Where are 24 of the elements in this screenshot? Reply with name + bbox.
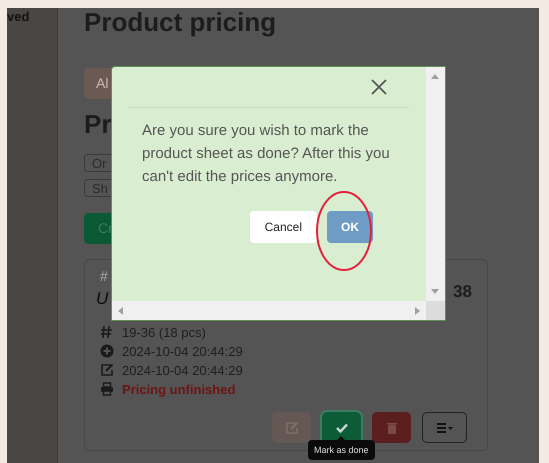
plus-circle-icon xyxy=(100,344,114,358)
trash-icon xyxy=(384,420,398,434)
sidebar-label: ved xyxy=(7,9,30,24)
scrollbar-corner xyxy=(426,301,445,320)
edit-icon xyxy=(100,363,114,377)
hash-icon xyxy=(100,325,114,339)
section-title: Pr xyxy=(84,110,112,138)
status-text: Pricing unfinished xyxy=(122,382,236,396)
edit-icon xyxy=(284,420,298,434)
card-number: 38 xyxy=(453,282,472,302)
scroll-down-icon xyxy=(431,289,439,294)
menu-icon xyxy=(436,420,454,434)
delete-button[interactable] xyxy=(372,412,411,443)
cancel-button[interactable]: Cancel xyxy=(250,211,317,243)
page-title: Product pricing xyxy=(84,8,276,39)
menu-button[interactable] xyxy=(422,412,467,443)
card-title: U xyxy=(96,288,108,310)
scroll-up-icon xyxy=(431,74,439,79)
confirm-message: Are you sure you wish to mark the product sheet as done? After this you can't edit the prices anymore. xyxy=(142,121,391,187)
scroll-right-icon xyxy=(415,306,420,314)
scroll-left-icon xyxy=(118,306,123,314)
hash-mark: # xyxy=(100,268,108,284)
printer-icon xyxy=(100,382,114,396)
close-icon xyxy=(371,79,387,95)
